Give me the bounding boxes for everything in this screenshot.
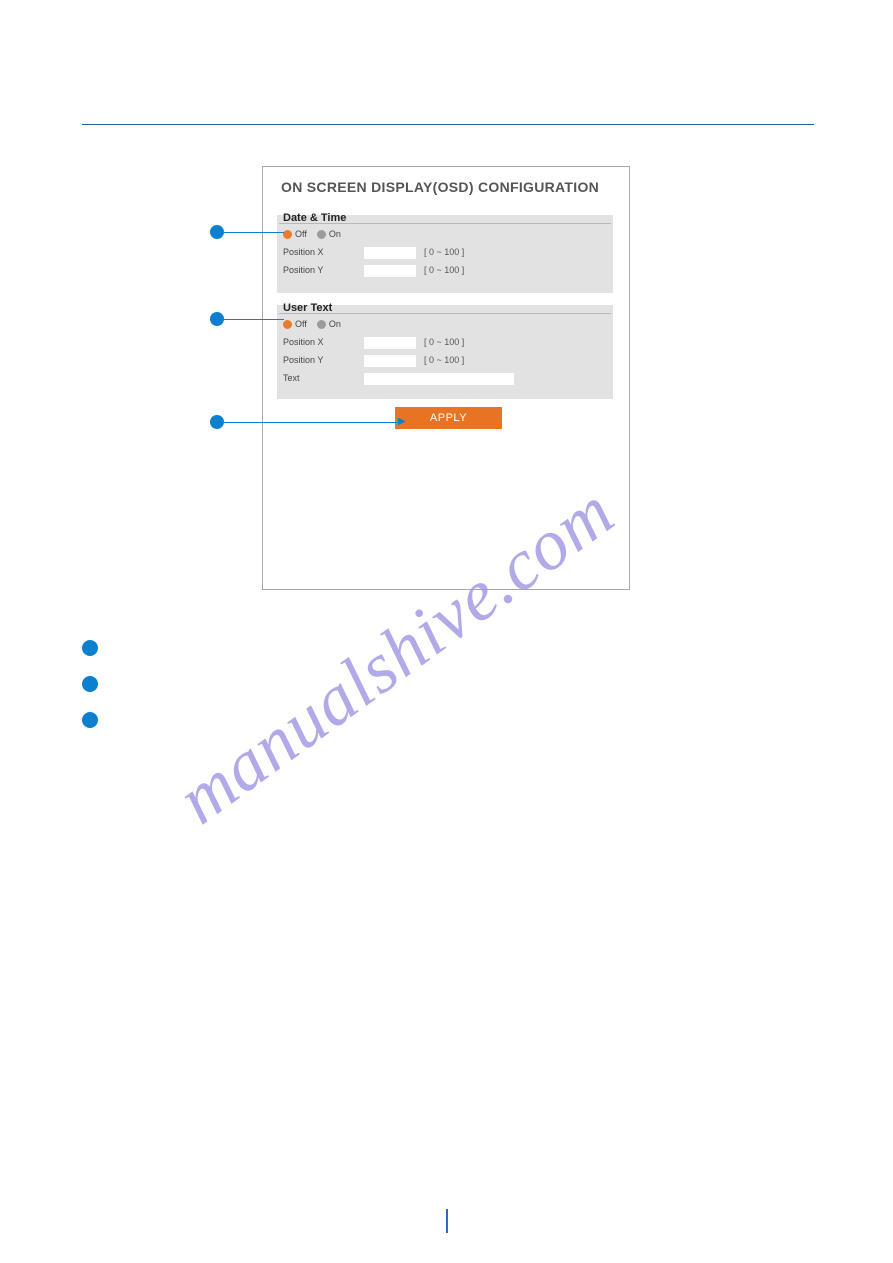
pos-x-range: [ 0 ~ 100 ] [424,337,464,347]
user-text-radio-row: Off On [283,319,341,329]
text-label: Text [283,373,361,383]
radio-on-icon[interactable] [317,230,326,239]
pos-y-input[interactable] [364,355,416,367]
callout-line-2 [224,319,284,320]
body-item-2 [82,674,796,692]
pos-y-range: [ 0 ~ 100 ] [424,265,464,275]
user-pos-y-row: Position Y [ 0 ~ 100 ] [283,355,464,367]
callout-dot-2 [210,312,224,326]
panel-title: ON SCREEN DISPLAY(OSD) CONFIGURATION [281,179,599,195]
page-number-divider [446,1209,448,1233]
user-pos-x-row: Position X [ 0 ~ 100 ] [283,337,464,349]
date-time-radio-row: Off On [283,229,341,239]
osd-config-panel: ON SCREEN DISPLAY(OSD) CONFIGURATION Dat… [262,166,630,590]
pos-x-range: [ 0 ~ 100 ] [424,247,464,257]
radio-off-label: Off [295,229,307,239]
radio-off-icon[interactable] [283,230,292,239]
header-divider [82,124,814,125]
bullet-icon [82,676,98,692]
radio-on-icon[interactable] [317,320,326,329]
pos-x-input[interactable] [364,247,416,259]
arrow-right-icon: ▶ [398,416,406,427]
text-input[interactable] [364,373,514,385]
group-user-text: User Text Off On Position X [ 0 ~ 100 ] … [277,305,613,399]
radio-on-label: On [329,319,341,329]
callout-line-1 [224,232,284,233]
bullet-icon [82,640,98,656]
pos-x-label: Position X [283,337,361,347]
radio-off-icon[interactable] [283,320,292,329]
radio-off-label: Off [295,319,307,329]
group-divider [279,223,611,224]
callout-dot-3 [210,415,224,429]
pos-y-input[interactable] [364,265,416,277]
pos-x-input[interactable] [364,337,416,349]
date-pos-x-row: Position X [ 0 ~ 100 ] [283,247,464,259]
pos-y-label: Position Y [283,265,361,275]
callout-dot-1 [210,225,224,239]
group-date-time: Date & Time Off On Position X [ 0 ~ 100 … [277,215,613,293]
apply-button[interactable]: APPLY [395,407,502,429]
pos-y-label: Position Y [283,355,361,365]
pos-x-label: Position X [283,247,361,257]
date-pos-y-row: Position Y [ 0 ~ 100 ] [283,265,464,277]
body-item-1 [82,638,796,656]
callout-line-3 [224,422,402,423]
group-divider [279,313,611,314]
body-item-3 [82,710,796,728]
user-text-row: Text [283,373,514,385]
radio-on-label: On [329,229,341,239]
bullet-icon [82,712,98,728]
pos-y-range: [ 0 ~ 100 ] [424,355,464,365]
